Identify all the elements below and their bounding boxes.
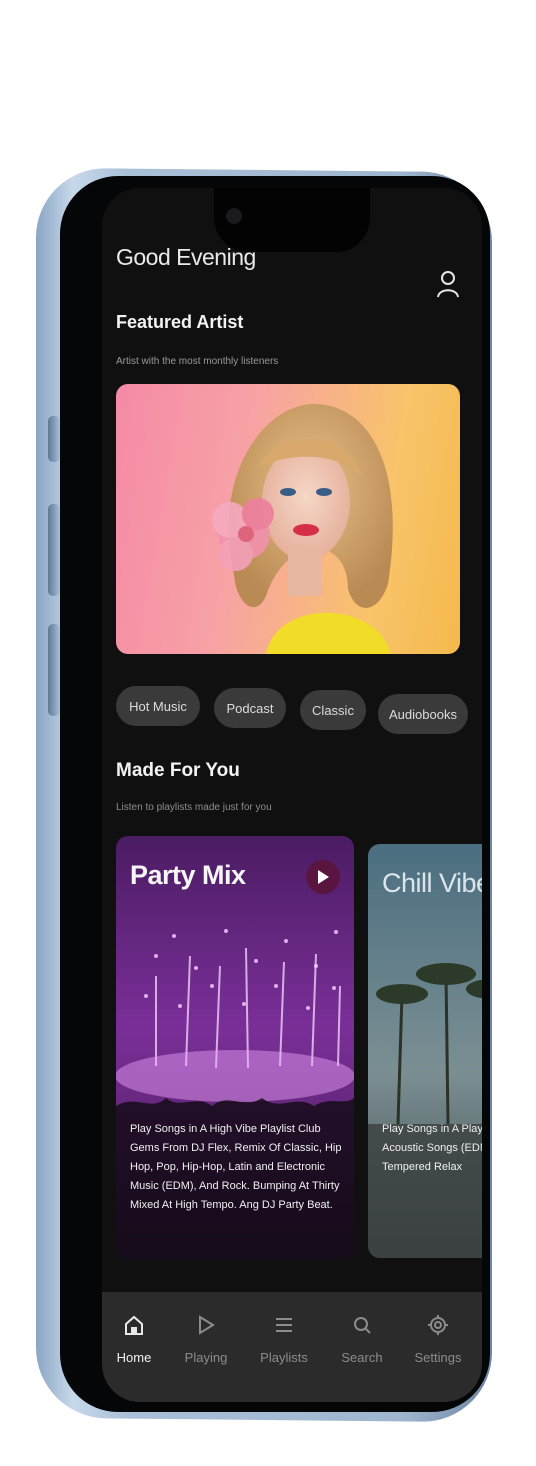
tab-search[interactable]: Search [330,1314,394,1365]
playlist-card-chill-vibes[interactable]: Chill Vibes Play Songs in A Playlist Fro… [368,844,482,1258]
tab-settings-label: Settings [414,1350,462,1365]
search-icon [354,1317,371,1334]
tab-playing[interactable]: Playing [174,1314,238,1365]
silent-switch [48,416,60,462]
featured-artist-subtitle: Artist with the most monthly listeners [116,356,279,367]
playlist-card-party-mix[interactable]: Party Mix Play Songs in A High Vibe Play… [116,836,354,1260]
chill-vibes-image [368,844,482,1258]
play-icon [318,870,329,884]
featured-artist-image [212,403,393,654]
party-mix-title: Party Mix [130,860,246,890]
phone-screen: Good Evening Featured Artist Artist with… [102,188,482,1402]
made-for-you-heading: Made For You [116,760,240,781]
party-mix-description: Play Songs in A High Vibe Playlist Club … [130,1123,342,1211]
featured-artist-heading: Featured Artist [116,312,244,332]
made-for-you-subtitle: Listen to playlists made just for you [116,802,272,813]
bottom-tab-bar: Home Playing Playlists Search Settings [102,1292,482,1402]
list-icon [276,1318,292,1332]
volume-down-button [48,624,60,716]
home-icon [125,1315,143,1335]
chip-hot-music[interactable]: Hot Music [116,686,200,726]
tab-home[interactable]: Home [102,1314,166,1365]
chip-podcast[interactable]: Podcast [214,688,286,728]
tab-playlists[interactable]: Playlists [252,1314,316,1365]
front-camera [226,208,242,224]
chip-audiobooks[interactable]: Audiobooks [378,694,468,734]
tab-search-label: Search [341,1350,383,1365]
tab-playing-label: Playing [184,1350,228,1365]
featured-artist-card[interactable] [116,384,460,654]
chill-vibes-description: Play Songs in A Playlist From Chilled Re… [382,1123,482,1173]
tab-settings[interactable]: Settings [406,1314,470,1365]
chip-classic[interactable]: Classic [300,690,366,730]
volume-up-button [48,504,60,596]
tab-playlists-label: Playlists [260,1350,308,1365]
play-icon [199,1315,215,1335]
tab-home-label: Home [116,1350,152,1365]
gear-icon [428,1315,448,1335]
greeting-title: Good Evening [116,244,256,270]
profile-icon[interactable] [436,270,460,298]
chill-vibes-title: Chill Vibes [382,868,482,898]
party-mix-play-button[interactable] [306,860,340,894]
